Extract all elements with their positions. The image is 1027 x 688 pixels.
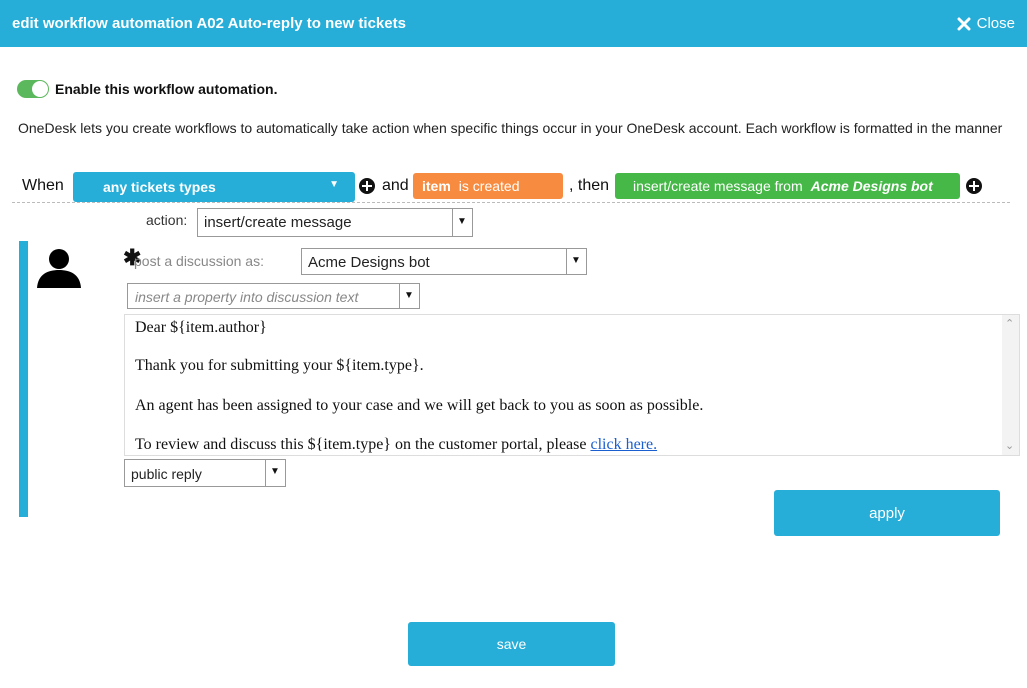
message-line: Thank you for submitting your ${item.typ… bbox=[135, 357, 424, 374]
and-label: and bbox=[382, 177, 409, 194]
then-label: , then bbox=[569, 177, 610, 194]
action-select-value: insert/create message bbox=[204, 214, 352, 231]
close-button[interactable]: Close bbox=[957, 15, 1015, 32]
action-section-bar bbox=[19, 241, 28, 517]
dialog-title: edit workflow automation A02 Auto-reply … bbox=[12, 15, 406, 32]
close-icon bbox=[957, 17, 971, 30]
action-pill[interactable]: insert/create message from Acme Designs … bbox=[615, 173, 960, 199]
scroll-up-icon[interactable]: ⌃ bbox=[1005, 317, 1014, 330]
when-label: When bbox=[22, 177, 64, 194]
scroll-down-icon[interactable]: ⌄ bbox=[1005, 439, 1014, 452]
apply-button[interactable]: apply bbox=[774, 490, 1000, 536]
editor-scrollbar[interactable]: ⌃ ⌄ bbox=[1002, 315, 1019, 455]
enable-row: Enable this workflow automation. bbox=[17, 80, 277, 98]
message-line-portal: To review and discuss this ${item.type} … bbox=[135, 436, 657, 454]
post-as-select-arrow[interactable]: ▼ bbox=[567, 248, 587, 275]
event-action: is created bbox=[458, 178, 520, 194]
message-line-text: To review and discuss this ${item.type} … bbox=[135, 436, 591, 453]
close-label: Close bbox=[976, 15, 1015, 32]
message-line: An agent has been assigned to your case … bbox=[135, 397, 704, 414]
message-editor[interactable]: Dear ${item.author} Thank you for submit… bbox=[124, 314, 1020, 456]
dialog-header: edit workflow automation A02 Auto-reply … bbox=[0, 0, 1027, 47]
trigger-type-dropdown[interactable]: any tickets types ▼ bbox=[73, 172, 355, 202]
action-label: action: bbox=[146, 212, 188, 228]
insert-property-placeholder: insert a property into discussion text bbox=[135, 289, 359, 305]
event-pill[interactable]: item is created bbox=[413, 173, 563, 199]
insert-property-select[interactable]: insert a property into discussion text bbox=[127, 283, 400, 309]
post-as-select[interactable]: Acme Designs bot bbox=[301, 248, 567, 275]
divider bbox=[12, 202, 1010, 203]
chevron-down-icon: ▼ bbox=[457, 216, 467, 227]
enable-label: Enable this workflow automation. bbox=[55, 81, 278, 97]
trigger-type-value: any tickets types bbox=[103, 179, 216, 195]
insert-property-arrow[interactable]: ▼ bbox=[400, 283, 420, 309]
action-pill-text: insert/create message from bbox=[633, 178, 803, 194]
toggle-knob bbox=[32, 81, 48, 97]
post-as-value: Acme Designs bot bbox=[308, 254, 430, 271]
reply-type-value: public reply bbox=[131, 466, 202, 482]
add-action-plus-icon[interactable] bbox=[966, 178, 982, 194]
reply-type-select[interactable]: public reply bbox=[124, 459, 266, 487]
post-as-label: post a discussion as: bbox=[134, 253, 264, 269]
action-pill-bot: Acme Designs bot bbox=[810, 178, 933, 194]
event-item: item bbox=[422, 178, 451, 194]
reply-type-arrow[interactable]: ▼ bbox=[266, 459, 286, 487]
action-select-arrow[interactable]: ▼ bbox=[453, 208, 473, 237]
description-text: OneDesk lets you create workflows to aut… bbox=[18, 120, 1003, 136]
save-button[interactable]: save bbox=[408, 622, 615, 666]
enable-toggle[interactable] bbox=[17, 80, 49, 98]
click-here-link[interactable]: click here. bbox=[590, 436, 657, 453]
user-avatar-icon bbox=[37, 249, 81, 288]
add-condition-plus-icon[interactable] bbox=[359, 178, 375, 194]
message-line: Dear ${item.author} bbox=[135, 319, 267, 336]
chevron-down-icon: ▼ bbox=[571, 255, 581, 266]
chevron-down-icon: ▼ bbox=[329, 179, 339, 190]
action-select[interactable]: insert/create message bbox=[197, 208, 453, 237]
chevron-down-icon: ▼ bbox=[270, 466, 280, 477]
chevron-down-icon: ▼ bbox=[404, 290, 414, 301]
